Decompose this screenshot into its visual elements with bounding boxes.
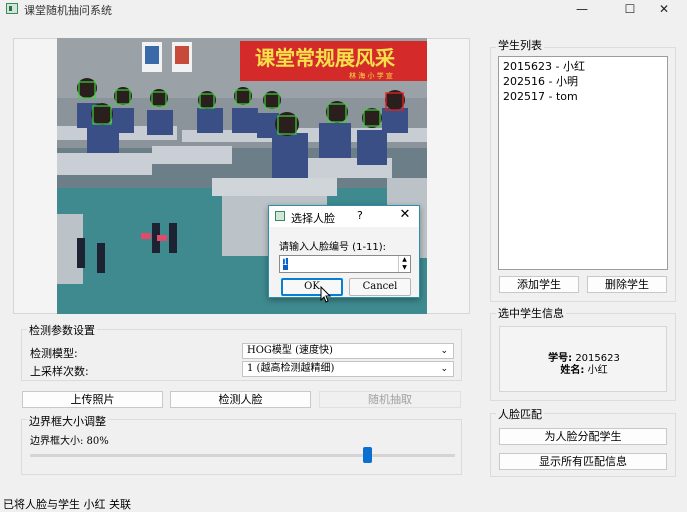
dialog-close-button[interactable]: ✕ — [393, 207, 417, 225]
assign-student-button[interactable]: 为人脸分配学生 — [499, 428, 667, 445]
ok-button[interactable]: OK — [281, 278, 343, 296]
select-face-dialog: 选择人脸 ? ✕ 请输入人脸编号 (1-11): 1 ▲ ▼ OK Cancel — [268, 205, 420, 298]
window-title: 课堂随机抽问系统 — [24, 4, 112, 17]
minimize-button[interactable]: — — [559, 0, 605, 18]
title-bar: 课堂随机抽问系统 — ☐ ✕ — [0, 0, 687, 18]
bbox-adjust-title: 边界框大小调整 — [27, 413, 108, 429]
upload-photo-button[interactable]: 上传照片 — [22, 391, 163, 408]
selected-student-info: 学号: 2015623 姓名: 小红 — [499, 326, 667, 392]
face-number-spinbox[interactable]: 1 ▲ ▼ — [279, 255, 411, 273]
cancel-button[interactable]: Cancel — [349, 278, 411, 296]
bbox-size-slider-track[interactable] — [30, 454, 455, 457]
student-list-item[interactable]: 2015623 - 小红 — [503, 59, 663, 74]
upsample-label: 上采样次数: — [30, 365, 89, 378]
dialog-prompt: 请输入人脸编号 (1-11): — [279, 242, 387, 253]
model-select-value: HOG模型 (速度快) — [247, 345, 333, 356]
student-list-item[interactable]: 202517 - tom — [503, 89, 663, 104]
svg-text:课堂常规展风采: 课堂常规展风采 — [255, 46, 395, 70]
delete-student-button[interactable]: 删除学生 — [587, 276, 667, 293]
student-name-label: 姓名: — [560, 365, 585, 376]
chevron-down-icon: ⌄ — [440, 346, 448, 356]
app-icon — [6, 3, 18, 14]
random-pick-button[interactable]: 随机抽取 — [319, 391, 461, 408]
bbox-size-label: 边界框大小: 80% — [30, 436, 109, 447]
student-name-line: 姓名: 小红 — [500, 361, 668, 376]
spin-up-icon[interactable]: ▲ — [399, 256, 410, 264]
student-list-item[interactable]: 202516 - 小明 — [503, 74, 663, 89]
show-all-matches-button[interactable]: 显示所有匹配信息 — [499, 453, 667, 470]
app-icon — [275, 211, 285, 221]
chevron-down-icon: ⌄ — [440, 364, 448, 374]
student-list[interactable]: 2015623 - 小红 202516 - 小明 202517 - tom — [498, 56, 668, 270]
student-list-title: 学生列表 — [496, 37, 544, 53]
dialog-title-bar: 选择人脸 ? ✕ — [269, 206, 419, 227]
upsample-select-value: 1 (越高检测越精细) — [247, 363, 335, 374]
svg-text:林 海 小 学 宣: 林 海 小 学 宣 — [349, 71, 393, 80]
close-button[interactable]: ✕ — [641, 0, 687, 18]
upsample-select[interactable]: 1 (越高检测越精细) ⌄ — [242, 361, 454, 377]
spinbox-buttons[interactable]: ▲ ▼ — [398, 256, 410, 272]
student-name-value: 小红 — [587, 365, 608, 376]
model-label: 检测模型: — [30, 347, 78, 360]
help-button[interactable]: ? — [357, 209, 363, 222]
face-number-value[interactable]: 1 — [282, 257, 288, 268]
detection-params-title: 检测参数设置 — [27, 322, 97, 338]
face-match-title: 人脸匹配 — [496, 406, 544, 422]
spin-down-icon[interactable]: ▼ — [399, 264, 410, 272]
detect-faces-button[interactable]: 检测人脸 — [170, 391, 311, 408]
add-student-button[interactable]: 添加学生 — [499, 276, 579, 293]
selected-student-title: 选中学生信息 — [496, 305, 566, 321]
model-select[interactable]: HOG模型 (速度快) ⌄ — [242, 343, 454, 359]
dialog-title: 选择人脸 — [291, 212, 335, 225]
mouse-cursor-icon — [320, 286, 332, 303]
bbox-size-slider-handle[interactable] — [362, 447, 372, 463]
